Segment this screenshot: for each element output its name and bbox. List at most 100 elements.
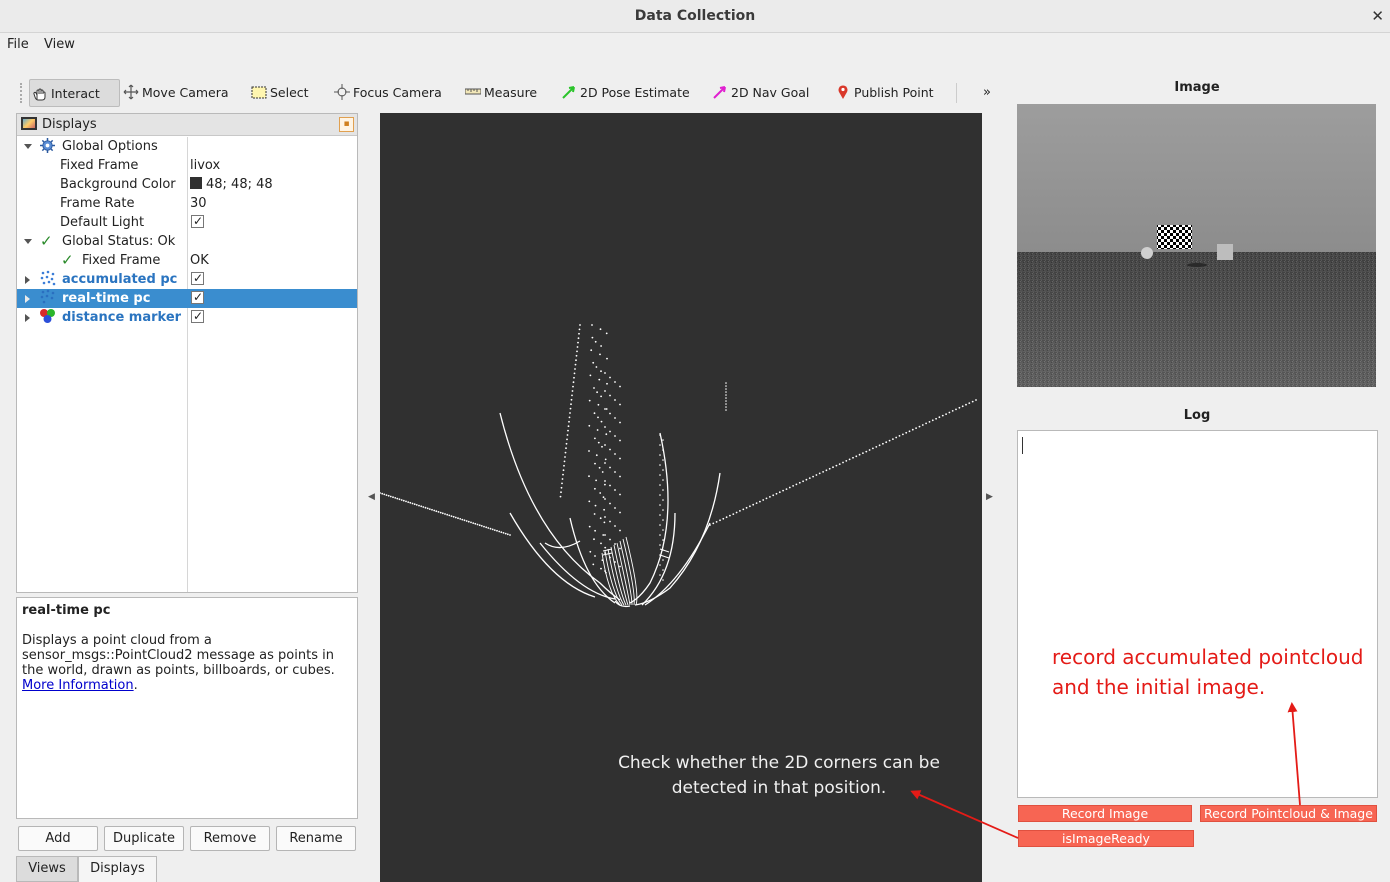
record-image-button[interactable]: Record Image — [1018, 805, 1192, 822]
rename-button[interactable]: Rename — [276, 826, 356, 851]
real-time-pc-checkbox[interactable] — [191, 288, 204, 308]
remove-button[interactable]: Remove — [190, 826, 270, 851]
window-title: Data Collection — [634, 8, 756, 24]
log-title: Log — [1183, 408, 1211, 423]
tree-label: Global Options — [62, 139, 158, 154]
menu-view[interactable]: View — [44, 37, 75, 52]
record-annotation: record accumulated pointcloud and the in… — [1052, 645, 1364, 699]
hand-pointer-icon — [32, 83, 48, 101]
select-icon — [251, 82, 267, 99]
monitor-icon — [21, 117, 37, 130]
toolbar-overflow-button[interactable]: » — [983, 79, 991, 107]
pose-estimate-button[interactable]: 2D Pose Estimate — [561, 79, 690, 107]
accumulated-pc-checkbox[interactable] — [191, 269, 204, 289]
status-value: OK — [190, 253, 209, 268]
tree-label: Background Color — [60, 177, 176, 192]
text-caret — [1022, 437, 1023, 454]
nav-goal-button[interactable]: 2D Nav Goal — [712, 79, 809, 107]
magenta-arrow-icon — [712, 82, 728, 99]
pointcloud-icon — [40, 270, 56, 289]
ruler-icon — [464, 82, 482, 98]
expand-icon[interactable] — [25, 276, 30, 284]
nav-goal-label: 2D Nav Goal — [731, 85, 810, 100]
color-swatch — [190, 177, 202, 189]
tab-views[interactable]: Views — [16, 856, 78, 882]
tab-displays[interactable]: Displays — [78, 856, 157, 882]
collapse-right-icon[interactable]: ▶ — [986, 492, 993, 502]
tree-label: Fixed Frame — [60, 158, 139, 173]
tree-row-frame-rate[interactable]: Frame Rate 30 — [17, 194, 357, 213]
tree-row-global-options[interactable]: Global Options — [17, 137, 357, 156]
toolbar-grip — [20, 83, 22, 103]
tree-label: Global Status: Ok — [62, 234, 176, 249]
move-camera-label: Move Camera — [142, 85, 229, 100]
window-titlebar: Data Collection ✕ — [0, 0, 1390, 33]
distance-marker-checkbox[interactable] — [191, 307, 204, 327]
tool-toolbar: Interact Move Camera Select Focus Camera… — [16, 77, 998, 109]
tree-row-status-fixed-frame[interactable]: ✓ Fixed Frame OK — [17, 251, 357, 270]
more-information-link[interactable]: More Information — [22, 678, 134, 693]
tree-label: Fixed Frame — [82, 253, 161, 268]
map-pin-icon — [835, 82, 851, 99]
description-title: real-time pc — [22, 603, 111, 618]
marker-icon — [39, 308, 57, 327]
tree-label: Default Light — [60, 215, 145, 230]
publish-point-button[interactable]: Publish Point — [835, 79, 934, 107]
duplicate-button[interactable]: Duplicate — [104, 826, 184, 851]
tree-label: real-time pc — [62, 291, 151, 306]
tree-row-fixed-frame[interactable]: Fixed Frame livox — [17, 156, 357, 175]
checkmark-icon: ✓ — [61, 251, 74, 269]
is-image-ready-button[interactable]: isImageReady — [1018, 830, 1194, 847]
add-button[interactable]: Add — [18, 826, 98, 851]
description-body: Displays a point cloud from a sensor_msg… — [22, 633, 352, 693]
displays-tree: Global Options Fixed Frame livox Backgro… — [17, 137, 357, 592]
menu-file[interactable]: File — [7, 37, 29, 52]
collapse-left-icon[interactable]: ◀ — [368, 492, 375, 502]
camera-image — [1017, 104, 1376, 387]
description-text: Displays a point cloud from a sensor_msg… — [22, 633, 335, 678]
expand-icon[interactable] — [24, 144, 32, 149]
expand-icon[interactable] — [25, 295, 30, 303]
tree-label: Frame Rate — [60, 196, 135, 211]
tree-label: accumulated pc — [62, 272, 178, 287]
gear-icon — [40, 137, 55, 156]
move-camera-icon — [123, 82, 139, 100]
tree-label: distance marker — [62, 310, 182, 325]
interact-button[interactable]: Interact — [29, 79, 120, 107]
background-color-text: 48; 48; 48 — [206, 177, 273, 192]
measure-label: Measure — [484, 85, 538, 100]
interact-label: Interact — [51, 86, 100, 101]
menu-bar: File View — [0, 34, 1390, 56]
focus-camera-button[interactable]: Focus Camera — [334, 79, 442, 107]
measure-button[interactable]: Measure — [464, 79, 538, 107]
select-button[interactable]: Select — [251, 79, 309, 107]
frame-rate-value[interactable]: 30 — [190, 194, 207, 213]
displays-panel: Displays ▪ Global Options Fixed Frame li… — [16, 113, 358, 593]
focus-camera-icon — [334, 82, 350, 100]
toolbar-separator — [956, 83, 957, 103]
expand-icon[interactable] — [24, 239, 32, 244]
display-description: real-time pc Displays a point cloud from… — [16, 597, 358, 819]
tree-row-default-light[interactable]: Default Light — [17, 212, 357, 232]
green-arrow-icon — [561, 82, 577, 99]
tree-row-global-status[interactable]: ✓ Global Status: Ok — [17, 232, 357, 251]
close-icon[interactable]: ✕ — [1371, 0, 1384, 32]
focus-camera-label: Focus Camera — [353, 85, 442, 100]
tree-row-real-time-pc[interactable]: real-time pc — [17, 288, 357, 308]
pose-estimate-label: 2D Pose Estimate — [580, 85, 690, 100]
tree-row-accumulated-pc[interactable]: accumulated pc — [17, 269, 357, 289]
corner-annotation: Check whether the 2D corners can be dete… — [618, 753, 940, 798]
log-textarea[interactable] — [1017, 430, 1378, 798]
pointcloud-icon — [40, 289, 56, 308]
background-color-value[interactable]: 48; 48; 48 — [190, 175, 273, 194]
default-light-checkbox[interactable] — [191, 212, 204, 232]
description-period: . — [133, 678, 138, 693]
move-camera-button[interactable]: Move Camera — [123, 79, 229, 107]
tree-row-distance-marker[interactable]: distance marker — [17, 307, 357, 327]
float-panel-icon[interactable]: ▪ — [339, 117, 354, 132]
expand-icon[interactable] — [25, 314, 30, 322]
tree-row-background-color[interactable]: Background Color 48; 48; 48 — [17, 175, 357, 194]
select-label: Select — [270, 85, 309, 100]
fixed-frame-value[interactable]: livox — [190, 156, 220, 175]
record-pointcloud-image-button[interactable]: Record Pointcloud & Image — [1200, 805, 1377, 822]
